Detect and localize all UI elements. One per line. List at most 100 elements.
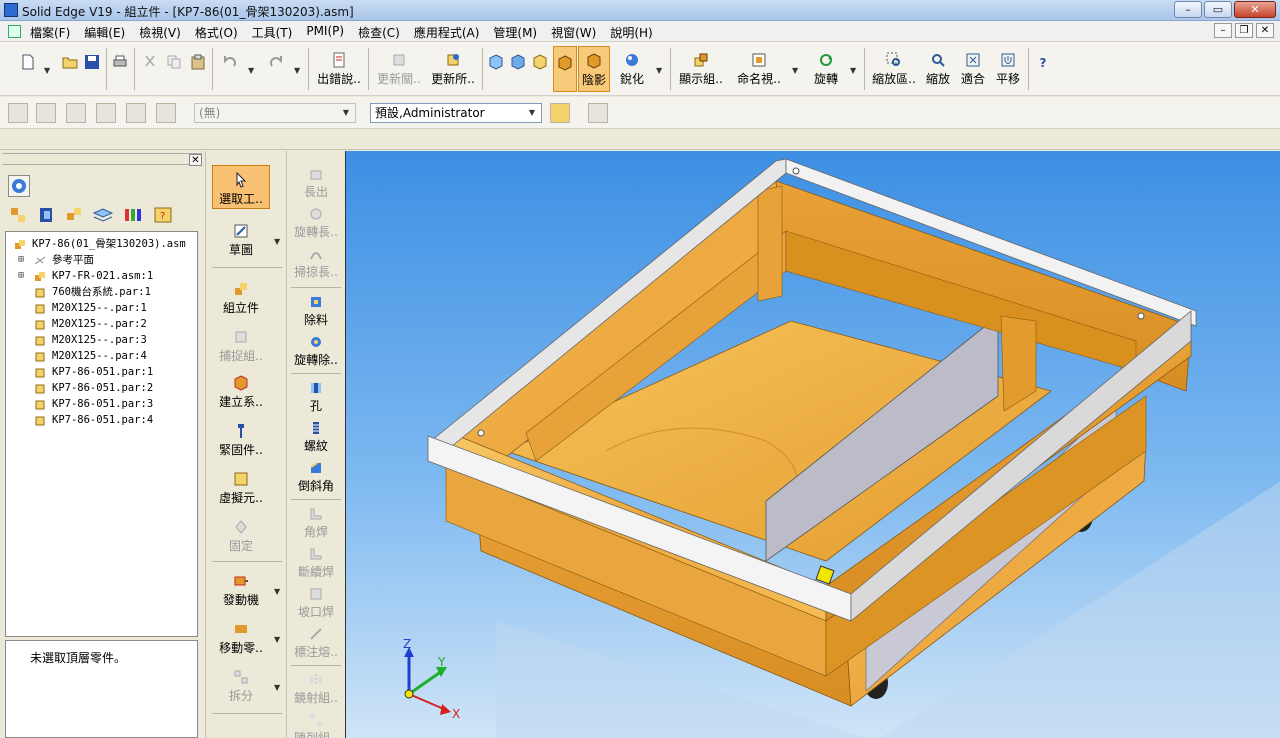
doc-restore-button[interactable]: ❐ xyxy=(1235,23,1253,38)
copy-icon[interactable] xyxy=(166,54,182,70)
context-help-button[interactable]: ? xyxy=(1032,46,1054,92)
selection-marker[interactable] xyxy=(815,565,835,585)
capture-fit-button[interactable]: 捕捉組.. xyxy=(212,329,270,364)
paste-icon[interactable] xyxy=(190,54,206,70)
library-icon[interactable] xyxy=(36,205,58,225)
chamfer-button[interactable]: 倒斜角 xyxy=(289,461,343,494)
cut-icon[interactable] xyxy=(142,54,158,70)
menu-item-2[interactable]: 檢視(V) xyxy=(139,24,181,41)
redo-icon[interactable] xyxy=(268,54,284,70)
feature-library-icon[interactable]: ? xyxy=(152,205,174,225)
view-wire-icon[interactable] xyxy=(532,54,548,70)
assembly-relations-button[interactable]: 組立件 xyxy=(212,281,270,316)
config-manager-icon[interactable] xyxy=(550,103,570,123)
tree-root[interactable]: KP7-86(01_骨架130203).asm xyxy=(10,236,197,252)
tree-item[interactable]: KP7-86-051.par:2 xyxy=(10,380,197,396)
hole-button[interactable]: 孔 xyxy=(289,381,343,414)
tree-item[interactable]: ⊞ 參考平面 xyxy=(10,252,197,268)
menu-item-7[interactable]: 應用程式(A) xyxy=(414,24,480,41)
rotate-button[interactable]: 旋轉 xyxy=(806,46,846,92)
user-config-combo[interactable]: 預設,Administrator ▼ xyxy=(370,103,542,123)
create-system-button[interactable]: 建立系.. xyxy=(212,375,270,410)
update-all-button[interactable]: 更新所.. xyxy=(428,46,478,92)
error-info-button[interactable]: 出錯說.. xyxy=(314,46,364,92)
show-assembly-button[interactable]: 顯示組.. xyxy=(676,46,726,92)
layer-combo[interactable]: (無) ▼ xyxy=(194,103,356,123)
extrude-button[interactable]: 長出 xyxy=(289,167,343,200)
groove-weld-button[interactable]: 坡口焊 xyxy=(289,587,343,620)
tree-item[interactable]: ⊞ KP7-FR-021.asm:1 xyxy=(10,268,197,284)
tree-item[interactable]: M20X125--.par:1 xyxy=(10,300,197,316)
virtual-component-button[interactable]: 虛擬元.. xyxy=(212,471,270,506)
graphics-viewport[interactable]: Z Y X xyxy=(345,151,1280,738)
tree-item[interactable]: KP7-86-051.par:1 xyxy=(10,364,197,380)
menu-item-6[interactable]: 檢查(C) xyxy=(358,24,400,41)
close-button[interactable]: ✕ xyxy=(1234,1,1276,18)
sharpen-button[interactable]: 銳化 xyxy=(614,46,650,92)
update-links-button[interactable]: 更新關.. xyxy=(374,46,424,92)
cutout-button[interactable]: 除料 xyxy=(289,295,343,328)
layers-icon[interactable] xyxy=(92,205,114,225)
tree-item[interactable]: M20X125--.par:2 xyxy=(10,316,197,332)
tree-item[interactable]: KP7-86-051.par:3 xyxy=(10,396,197,412)
zoom-area-button[interactable]: 縮放區.. xyxy=(870,46,918,92)
open-folder-icon[interactable] xyxy=(62,54,78,70)
view-iso-icon[interactable] xyxy=(488,54,504,70)
tree-item[interactable]: 760機台系統.par:1 xyxy=(10,284,197,300)
undo-icon[interactable] xyxy=(222,54,238,70)
select-tool-button[interactable]: 選取工.. xyxy=(212,165,270,209)
menu-item-3[interactable]: 格式(O) xyxy=(195,24,238,41)
select-group-icon[interactable] xyxy=(126,103,146,123)
doc-minimize-button[interactable]: – xyxy=(1214,23,1232,38)
select-parts-icon[interactable] xyxy=(36,103,56,123)
menu-item-8[interactable]: 管理(M) xyxy=(493,24,537,41)
color-chart-icon[interactable] xyxy=(122,205,144,225)
sketch-button[interactable]: 草圖 xyxy=(212,223,270,258)
fit-button[interactable]: 適合 xyxy=(958,46,988,92)
fastener-button[interactable]: 緊固件.. xyxy=(212,423,270,458)
document-icon[interactable] xyxy=(8,25,21,38)
disperse-button[interactable]: 拆分 xyxy=(212,669,270,704)
motor-button[interactable]: 發動機 xyxy=(212,573,270,608)
view-front-icon[interactable] xyxy=(510,54,526,70)
fillet-weld-button[interactable]: 角焊 xyxy=(289,507,343,540)
stitch-weld-button[interactable]: 斷續焊 xyxy=(289,547,343,580)
select-filter-icon[interactable] xyxy=(96,103,116,123)
assembly-pathfinder-tab[interactable] xyxy=(8,175,30,197)
menu-item-1[interactable]: 編輯(E) xyxy=(84,24,125,41)
tree-view-icon[interactable] xyxy=(8,205,30,225)
move-part-button[interactable]: 移動零.. xyxy=(212,621,270,656)
fix-button[interactable]: 固定 xyxy=(212,519,270,554)
save-icon[interactable] xyxy=(84,54,100,70)
tree-item[interactable]: KP7-86-051.par:4 xyxy=(10,412,197,428)
minimize-button[interactable]: – xyxy=(1174,1,1202,18)
tree-item[interactable]: M20X125--.par:3 xyxy=(10,332,197,348)
menu-item-5[interactable]: PMI(P) xyxy=(306,24,344,41)
menu-item-0[interactable]: 檔案(F) xyxy=(30,24,70,41)
mirror-components-button[interactable]: 鏡射組.. xyxy=(289,673,343,706)
print-icon[interactable] xyxy=(112,54,128,70)
maximize-button[interactable]: ▭ xyxy=(1204,1,1232,18)
select-peer-icon[interactable] xyxy=(156,103,176,123)
pan-button[interactable]: 平移 xyxy=(992,46,1024,92)
shading-button[interactable]: 陰影 xyxy=(578,46,610,92)
label-weld-button[interactable]: 標注熔.. xyxy=(289,627,343,660)
select-subassembly-icon[interactable] xyxy=(66,103,86,123)
doc-close-button[interactable]: ✕ xyxy=(1256,23,1274,38)
wrench-icon[interactable] xyxy=(588,103,608,123)
tree-item[interactable]: M20X125--.par:4 xyxy=(10,348,197,364)
menu-item-10[interactable]: 說明(H) xyxy=(610,24,652,41)
thread-button[interactable]: 螺紋 xyxy=(289,421,343,454)
menu-item-9[interactable]: 視窗(W) xyxy=(551,24,596,41)
expand-icon[interactable]: ⊞ xyxy=(18,252,24,268)
new-file-icon[interactable] xyxy=(20,54,36,70)
zoom-button[interactable]: 縮放 xyxy=(922,46,954,92)
menu-item-4[interactable]: 工具(T) xyxy=(252,24,293,41)
revolve-cut-button[interactable]: 旋轉除.. xyxy=(289,335,343,368)
parts-library-icon[interactable] xyxy=(64,205,86,225)
shaded-edges-button[interactable] xyxy=(553,46,577,92)
named-view-button[interactable]: 命名視.. xyxy=(734,46,784,92)
panel-close-button[interactable]: ✕ xyxy=(189,154,202,166)
revolve-protrusion-button[interactable]: 旋轉長.. xyxy=(289,207,343,240)
sweep-protrusion-button[interactable]: 掃掠長.. xyxy=(289,247,343,280)
